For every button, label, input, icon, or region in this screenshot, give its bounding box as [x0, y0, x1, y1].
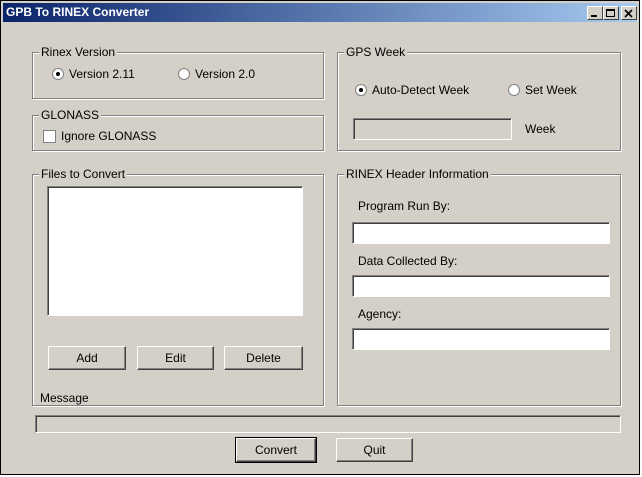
- version-20-label: Version 2.0: [195, 67, 256, 81]
- auto-detect-week-label: Auto-Detect Week: [372, 83, 470, 97]
- message-label: Message: [40, 391, 89, 405]
- rinex-header-group: RINEX Header Information Program Run By:…: [337, 167, 621, 406]
- auto-detect-week-radio[interactable]: Auto-Detect Week: [355, 83, 469, 97]
- minimize-icon: [591, 15, 597, 17]
- files-list[interactable]: [47, 186, 303, 316]
- program-run-by-input[interactable]: [352, 222, 610, 244]
- rinex-version-group: Rinex Version Version 2.11 Version 2.0: [32, 45, 324, 99]
- rinex-header-legend: RINEX Header Information: [344, 167, 491, 181]
- glonass-group: GLONASS Ignore GLONASS: [32, 108, 324, 151]
- message-bar: [35, 415, 621, 433]
- close-icon: [624, 9, 633, 18]
- radio-unselected-icon: [508, 84, 520, 96]
- radio-selected-icon: [52, 68, 64, 80]
- gps-week-legend: GPS Week: [344, 45, 408, 59]
- convert-button[interactable]: Convert: [235, 437, 317, 463]
- version-211-radio[interactable]: Version 2.11: [52, 67, 135, 81]
- window-title: GPB To RINEX Converter: [6, 5, 150, 19]
- agency-label: Agency:: [358, 307, 402, 321]
- files-legend: Files to Convert: [39, 167, 128, 181]
- agency-input[interactable]: [352, 328, 610, 350]
- ignore-glonass-checkbox[interactable]: Ignore GLONASS: [43, 129, 156, 143]
- program-run-by-label: Program Run By:: [358, 199, 451, 213]
- radio-unselected-icon: [178, 68, 190, 80]
- data-collected-by-input[interactable]: [352, 275, 610, 297]
- delete-button[interactable]: Delete: [224, 346, 303, 370]
- maximize-icon: [606, 9, 615, 17]
- files-group: Files to Convert Add Edit Delete: [32, 167, 324, 406]
- checkbox-icon: [43, 129, 56, 143]
- quit-button[interactable]: Quit: [336, 438, 413, 462]
- minimize-button[interactable]: [587, 6, 603, 20]
- week-input[interactable]: [353, 118, 512, 140]
- data-collected-by-label: Data Collected By:: [358, 254, 458, 268]
- radio-selected-icon: [355, 84, 367, 96]
- version-20-radio[interactable]: Version 2.0: [178, 67, 255, 81]
- set-week-label: Set Week: [525, 83, 577, 97]
- client-area: Rinex Version Version 2.11 Version 2.0 G…: [3, 23, 637, 474]
- version-211-label: Version 2.11: [69, 67, 135, 81]
- set-week-radio[interactable]: Set Week: [508, 83, 577, 97]
- add-button[interactable]: Add: [48, 346, 126, 370]
- app-window: GPB To RINEX Converter Rinex Version Ver…: [0, 0, 640, 475]
- maximize-button[interactable]: [603, 6, 619, 20]
- glonass-legend: GLONASS: [39, 108, 102, 122]
- week-label: Week: [525, 122, 556, 136]
- close-button[interactable]: [621, 6, 637, 20]
- ignore-glonass-label: Ignore GLONASS: [61, 129, 157, 143]
- rinex-version-legend: Rinex Version: [39, 45, 118, 59]
- title-bar[interactable]: GPB To RINEX Converter: [3, 3, 637, 22]
- gps-week-group: GPS Week Auto-Detect Week Set Week Week: [337, 45, 621, 151]
- edit-button[interactable]: Edit: [137, 346, 214, 370]
